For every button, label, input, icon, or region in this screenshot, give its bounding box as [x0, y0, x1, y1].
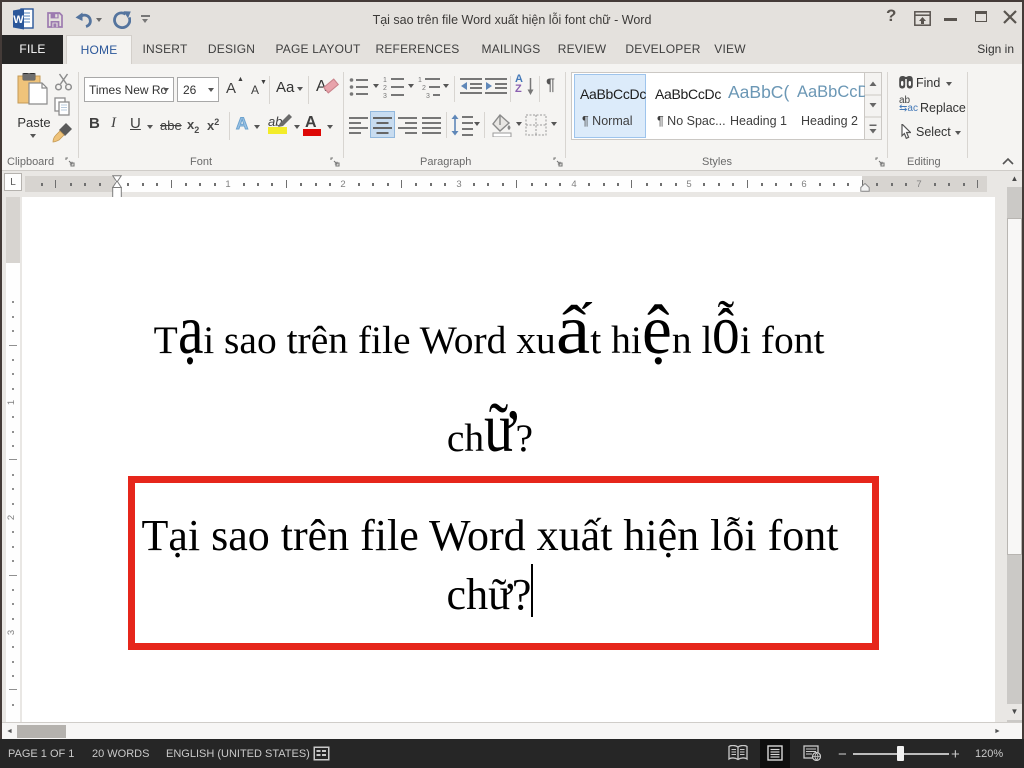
svg-text:1: 1: [418, 77, 422, 84]
svg-text:W: W: [13, 14, 24, 26]
svg-text:3: 3: [426, 93, 430, 98]
svg-text:1: 1: [383, 77, 387, 84]
svg-text:2: 2: [383, 85, 387, 92]
svg-text:2: 2: [422, 85, 426, 92]
svg-text:3: 3: [383, 93, 387, 98]
